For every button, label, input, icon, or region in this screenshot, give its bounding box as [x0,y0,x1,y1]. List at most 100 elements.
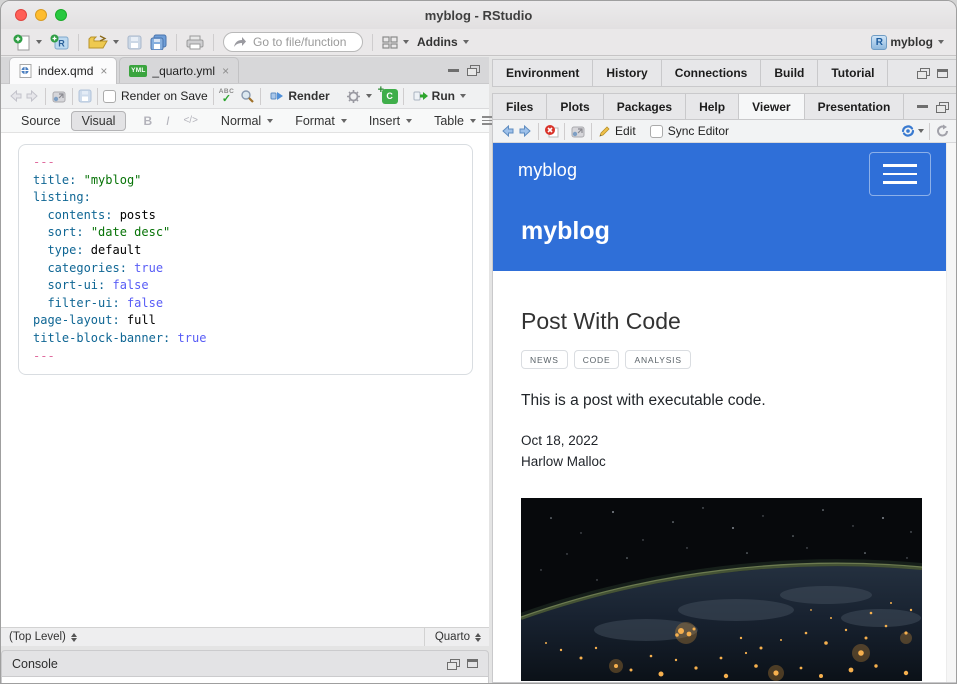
open-in-new-window-icon[interactable] [51,90,67,103]
save-all-button[interactable] [146,32,171,52]
tab-help[interactable]: Help [686,94,739,119]
tab-packages[interactable]: Packages [604,94,686,119]
window-title: myblog - RStudio [1,8,956,23]
tab-plots[interactable]: Plots [547,94,603,119]
minimize-pane-icon[interactable] [917,105,928,108]
console-pane-header[interactable]: Console [1,650,489,677]
filetype-selector[interactable]: Quarto [424,628,481,646]
publish-icon[interactable] [900,124,916,138]
maximize-pane-icon[interactable] [467,65,479,75]
new-file-button[interactable] [9,32,46,53]
new-project-button[interactable]: R [46,32,73,53]
bold-button[interactable]: B [143,114,152,128]
scope-updown-icon [71,633,77,642]
maximize-pane-icon[interactable] [937,69,948,78]
run-button[interactable]: Run [409,87,470,105]
blog-banner: myblog myblog [493,143,948,271]
restore-pane-icon[interactable] [447,659,459,669]
open-in-new-window-icon[interactable] [570,125,586,138]
minimize-pane-icon[interactable] [448,69,459,72]
table-menu[interactable]: Table [428,114,482,128]
code-button[interactable]: </> [183,115,197,126]
open-file-button[interactable] [84,33,123,52]
insert-chunk-icon[interactable]: C [382,89,398,104]
earth-night-image[interactable] [521,498,922,681]
post-meta: Oct 18, 2022 Harlow Malloc [521,430,922,472]
edit-pencil-icon[interactable] [597,125,611,138]
project-label: myblog [890,35,933,49]
post-category-badges: NEWS CODE ANALYSIS [521,350,922,369]
close-tab-icon[interactable]: × [100,66,107,76]
tab-presentation[interactable]: Presentation [805,94,905,119]
save-button[interactable] [123,33,146,52]
source-mode-button[interactable]: Source [11,112,71,130]
titlebar: myblog - RStudio [1,1,956,29]
spellcheck-icon[interactable]: ABC✓ [219,89,235,104]
addins-label: Addins [417,35,458,49]
toolbar-separator [176,34,177,51]
project-r-icon: R [871,35,887,50]
viewer-forward-icon[interactable] [519,125,533,137]
edit-label[interactable]: Edit [615,124,636,138]
category-badge[interactable]: ANALYSIS [625,350,690,369]
tab-viewer[interactable]: Viewer [739,94,804,119]
addins-caret [463,40,469,44]
toolbar-separator [78,34,79,51]
insert-menu[interactable]: Insert [363,114,418,128]
category-badge[interactable]: CODE [574,350,620,369]
quarto-file-icon [19,64,33,78]
render-options-button[interactable] [342,87,376,106]
category-badge[interactable]: NEWS [521,350,568,369]
find-replace-icon[interactable] [240,89,255,103]
tab-index-qmd[interactable]: index.qmd × [9,57,117,84]
yaml-metadata-block[interactable]: ---title: "myblog"listing: contents: pos… [18,144,473,375]
new-file-caret [36,40,42,44]
env-pane-buttons [917,68,957,78]
tab-connections[interactable]: Connections [662,60,762,86]
tab-build[interactable]: Build [761,60,818,86]
console-body [1,677,489,683]
project-menu-button[interactable]: R myblog [867,33,948,52]
format-menu[interactable]: Format [289,114,353,128]
italic-button[interactable]: I [166,114,169,128]
tab-tutorial[interactable]: Tutorial [818,60,888,86]
scope-selector[interactable]: (Top Level) [9,631,66,643]
close-tab-icon[interactable]: × [222,66,229,76]
editor-canvas[interactable]: ---title: "myblog"listing: contents: pos… [1,133,489,627]
viewer-scrollbar[interactable] [946,143,957,682]
restore-pane-icon[interactable] [917,68,929,78]
paragraph-style-value: Normal [221,114,261,128]
post-description[interactable]: This is a post with executable code. [521,392,922,410]
paragraph-style-dropdown[interactable]: Normal [215,114,279,128]
minimize-window-button[interactable] [35,9,47,21]
render-on-save-checkbox[interactable] [103,90,116,103]
maximize-pane-icon[interactable] [467,659,478,668]
maximize-pane-icon[interactable] [936,102,948,112]
open-file-caret [113,40,119,44]
print-button[interactable] [182,33,208,52]
render-label: Render [288,89,329,103]
main-toolbar: R [1,29,956,56]
dropdown-caret [267,119,273,123]
addins-button[interactable]: Addins [413,33,473,51]
clear-viewer-icon[interactable] [544,124,559,138]
refresh-icon[interactable] [935,124,950,138]
render-button[interactable]: Render [266,87,333,105]
sync-editor-checkbox[interactable] [650,125,663,138]
blog-navbar-title[interactable]: myblog [518,160,577,181]
post-title-link[interactable]: Post With Code [521,309,922,334]
hamburger-menu-button[interactable] [869,152,931,196]
goto-file-input[interactable]: Go to file/function [223,32,363,52]
close-window-button[interactable] [15,9,27,21]
filetype-label: Quarto [435,631,470,643]
viewer-back-icon[interactable] [500,125,514,137]
new-project-icon: R [50,34,69,51]
tab-quarto-yml[interactable]: YML _quarto.yml × [119,57,239,83]
zoom-window-button[interactable] [55,9,67,21]
tab-files[interactable]: Files [493,94,547,119]
pane-layout-button[interactable] [378,34,413,51]
dropdown-caret [341,119,347,123]
tab-environment[interactable]: Environment [493,60,593,86]
visual-mode-button[interactable]: Visual [71,111,127,131]
tab-history[interactable]: History [593,60,661,86]
